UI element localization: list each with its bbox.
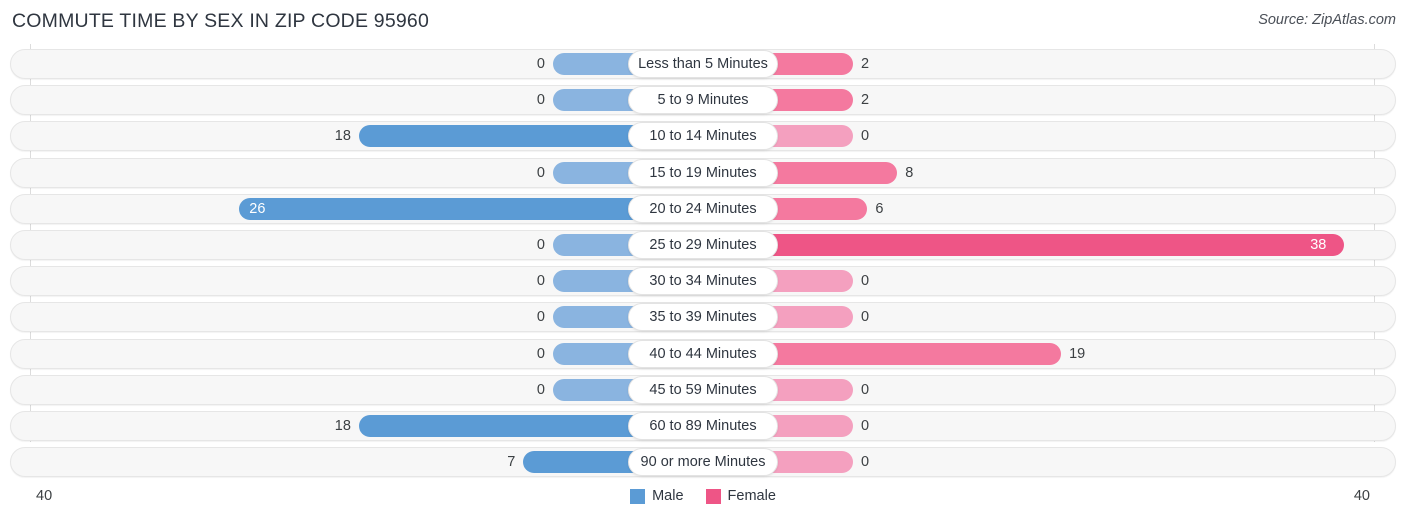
legend-item-male[interactable]: Male — [630, 488, 684, 504]
bar-value-female: 0 — [861, 381, 870, 398]
table-row: 0 38 25 to 29 Minutes — [0, 227, 1406, 263]
bar-value-female: 8 — [905, 164, 914, 181]
category-label-pill: 35 to 39 Minutes — [628, 303, 778, 332]
table-row: 18 0 60 to 89 Minutes — [0, 408, 1406, 444]
bar-value-male: 0 — [536, 309, 545, 326]
bar-female — [754, 342, 1062, 365]
bar-value-female: 0 — [861, 309, 870, 326]
table-row: 18 0 10 to 14 Minutes — [0, 118, 1406, 154]
category-label-pill: Less than 5 Minutes — [628, 50, 778, 78]
category-label-pill: 60 to 89 Minutes — [628, 411, 778, 440]
legend-label-male: Male — [652, 488, 684, 504]
category-label-pill: 5 to 9 Minutes — [628, 86, 778, 115]
category-label-pill: 10 to 14 Minutes — [628, 122, 778, 151]
category-label-pill: 30 to 34 Minutes — [628, 267, 778, 296]
bar-male — [358, 414, 652, 437]
bar-female — [754, 233, 1345, 256]
bar-value-male: 26 — [249, 200, 266, 217]
category-label-pill: 90 or more Minutes — [628, 448, 778, 477]
table-row: 0 0 30 to 34 Minutes — [0, 263, 1406, 299]
bar-value-female: 38 — [1310, 236, 1327, 253]
bar-value-male: 7 — [507, 454, 516, 471]
bar-value-female: 2 — [861, 56, 870, 72]
bar-value-male: 18 — [334, 417, 351, 434]
bar-male — [239, 197, 652, 220]
table-row: 0 8 15 to 19 Minutes — [0, 155, 1406, 191]
chart-legend: Male Female — [0, 488, 1406, 504]
bar-value-female: 0 — [861, 417, 870, 434]
table-row: 0 0 45 to 59 Minutes — [0, 372, 1406, 408]
table-row: 26 6 20 to 24 Minutes — [0, 191, 1406, 227]
table-row: 7 0 90 or more Minutes — [0, 444, 1406, 480]
page-title: COMMUTE TIME BY SEX IN ZIP CODE 95960 — [12, 10, 430, 32]
bar-value-male: 0 — [536, 381, 545, 398]
legend-item-female[interactable]: Female — [705, 488, 776, 504]
bar-value-female: 2 — [861, 92, 870, 109]
category-label-pill: 40 to 44 Minutes — [628, 339, 778, 368]
chart-footer: 40 40 Male Female — [0, 484, 1406, 522]
chart-header: COMMUTE TIME BY SEX IN ZIP CODE 95960 So… — [0, 0, 1406, 44]
category-label-pill: 15 to 19 Minutes — [628, 158, 778, 187]
bar-male — [358, 125, 652, 148]
bar-value-male: 0 — [536, 273, 545, 290]
bar-value-male: 0 — [536, 345, 545, 362]
bar-value-male: 0 — [536, 236, 545, 253]
table-row: 0 0 35 to 39 Minutes — [0, 299, 1406, 335]
bar-value-female: 0 — [861, 273, 870, 290]
bar-value-male: 0 — [536, 56, 545, 72]
legend-swatch-female-icon — [705, 488, 721, 504]
bar-value-male: 0 — [536, 92, 545, 109]
legend-label-female: Female — [727, 488, 776, 504]
bar-rows-container: 0 2 Less than 5 Minutes 0 2 5 to 9 Minutes 18 0… — [0, 46, 1406, 480]
bar-value-female: 19 — [1069, 345, 1086, 362]
table-row: 0 2 Less than 5 Minutes — [0, 46, 1406, 82]
bar-value-male: 0 — [536, 164, 545, 181]
bar-value-female: 0 — [861, 454, 870, 471]
legend-swatch-male-icon — [630, 488, 646, 504]
bar-value-female: 0 — [861, 128, 870, 145]
category-label-pill: 45 to 59 Minutes — [628, 375, 778, 404]
category-label-pill: 25 to 29 Minutes — [628, 230, 778, 259]
bar-value-female: 6 — [875, 200, 884, 217]
table-row: 0 19 40 to 44 Minutes — [0, 336, 1406, 372]
table-row: 0 2 5 to 9 Minutes — [0, 82, 1406, 118]
category-label-pill: 20 to 24 Minutes — [628, 194, 778, 223]
source-attribution: Source: ZipAtlas.com — [1258, 12, 1396, 28]
bar-value-male: 18 — [334, 128, 351, 145]
chart-plot-area: 0 2 Less than 5 Minutes 0 2 5 to 9 Minutes 18 0… — [0, 44, 1406, 484]
